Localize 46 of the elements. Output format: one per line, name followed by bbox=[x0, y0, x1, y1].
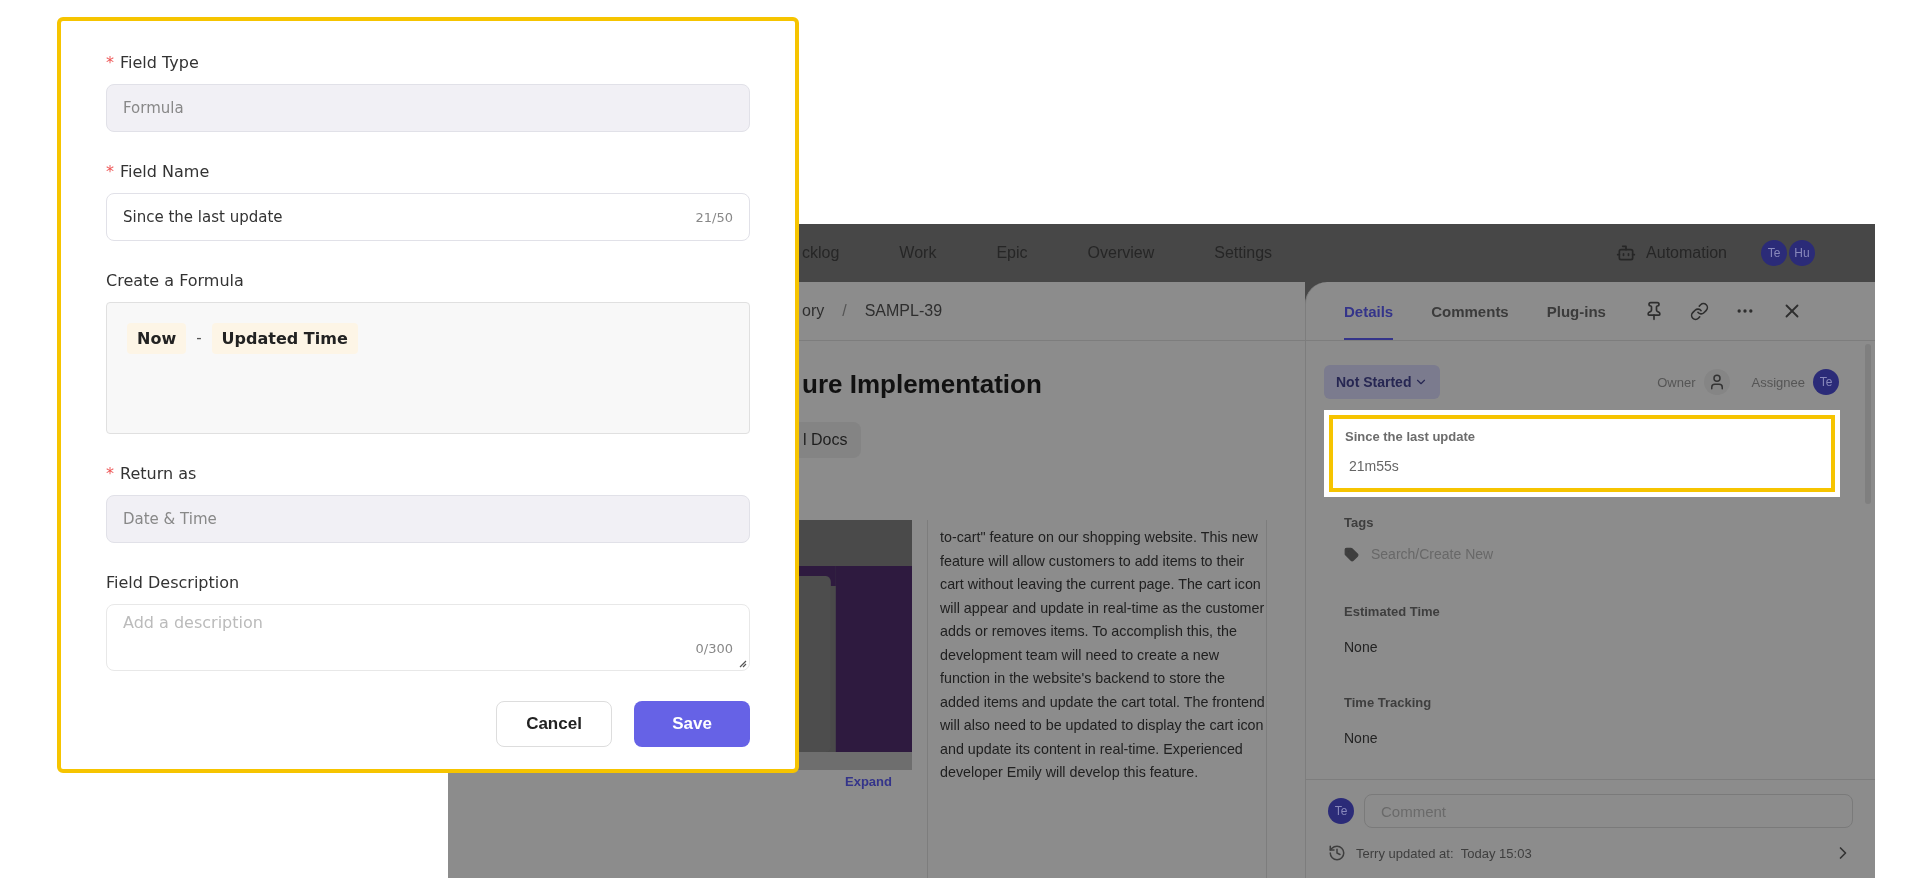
resize-handle-icon[interactable] bbox=[737, 658, 747, 668]
character-count: 0/300 bbox=[695, 641, 733, 656]
field-label: Time Tracking bbox=[1344, 695, 1433, 710]
field-label: Field Type bbox=[120, 53, 199, 72]
formula-editor[interactable]: Now - Updated Time bbox=[106, 302, 750, 434]
avatar[interactable]: Te bbox=[1761, 240, 1787, 266]
breadcrumb-item[interactable]: ory bbox=[802, 302, 825, 320]
field-label: Estimated Time bbox=[1344, 604, 1441, 619]
required-mark: * bbox=[106, 162, 114, 181]
field-value: None bbox=[1344, 639, 1379, 655]
breadcrumb-item[interactable]: SAMPL-39 bbox=[864, 302, 943, 320]
field-label: Field Description bbox=[106, 573, 240, 592]
required-mark: * bbox=[106, 53, 114, 72]
field-label: Field Name bbox=[120, 162, 210, 181]
avatar: Te bbox=[1328, 798, 1354, 824]
character-count: 21/50 bbox=[695, 209, 733, 225]
formula-operator: - bbox=[196, 328, 202, 347]
panel-tab[interactable]: Comments bbox=[1431, 282, 1509, 340]
text-field[interactable]: Since the last update 21/50 bbox=[106, 193, 750, 241]
formula-token[interactable]: Updated Time bbox=[211, 323, 358, 354]
field-value: None bbox=[1344, 730, 1379, 746]
field-label: Return as bbox=[120, 464, 197, 483]
update-info: Terry updated at: Today 15:03 bbox=[1356, 845, 1532, 861]
cancel-button[interactable]: Cancel bbox=[496, 701, 612, 747]
formula-token[interactable]: Now bbox=[127, 323, 187, 354]
status-dropdown[interactable]: Not Started bbox=[1324, 365, 1441, 399]
field-value: 21m55s bbox=[1349, 458, 1400, 474]
breadcrumb-separator: / bbox=[842, 302, 847, 320]
tag-icon bbox=[1344, 546, 1359, 562]
panel-tab[interactable]: Details bbox=[1344, 282, 1394, 340]
field-label: Since the last update bbox=[1345, 429, 1477, 444]
history-icon bbox=[1328, 844, 1346, 862]
panel-tab[interactable]: Plug-ins bbox=[1546, 282, 1606, 340]
robot-icon bbox=[1616, 243, 1637, 263]
user-icon[interactable] bbox=[1703, 369, 1730, 395]
field-label: Create a Formula bbox=[106, 271, 244, 290]
avatar[interactable]: Hu bbox=[1789, 240, 1815, 266]
link-icon[interactable] bbox=[1689, 301, 1709, 321]
save-button[interactable]: Save bbox=[634, 701, 750, 747]
expand-link[interactable]: Expand bbox=[845, 770, 912, 789]
description-field[interactable]: Add a description 0/300 bbox=[106, 604, 750, 671]
required-mark: * bbox=[106, 464, 114, 483]
task-title: ure Implementation bbox=[801, 368, 1043, 400]
avatar[interactable]: Te bbox=[1813, 369, 1839, 395]
task-description: to-cart" feature on our shopping website. This new feature will allow customers to add items to their cart without leaving the current page. The cart icon will appear and update in real-time as the customer adds or removes items. To accomplish this, the development team will need to create a new function in the website's backend to store the added items and update the cart total. The frontend will also need to be updated to display the cart icon and update its content in real-time. Experienced developer Emily will develop this feature. bbox=[940, 528, 1266, 782]
field-label: Tags bbox=[1344, 515, 1375, 530]
